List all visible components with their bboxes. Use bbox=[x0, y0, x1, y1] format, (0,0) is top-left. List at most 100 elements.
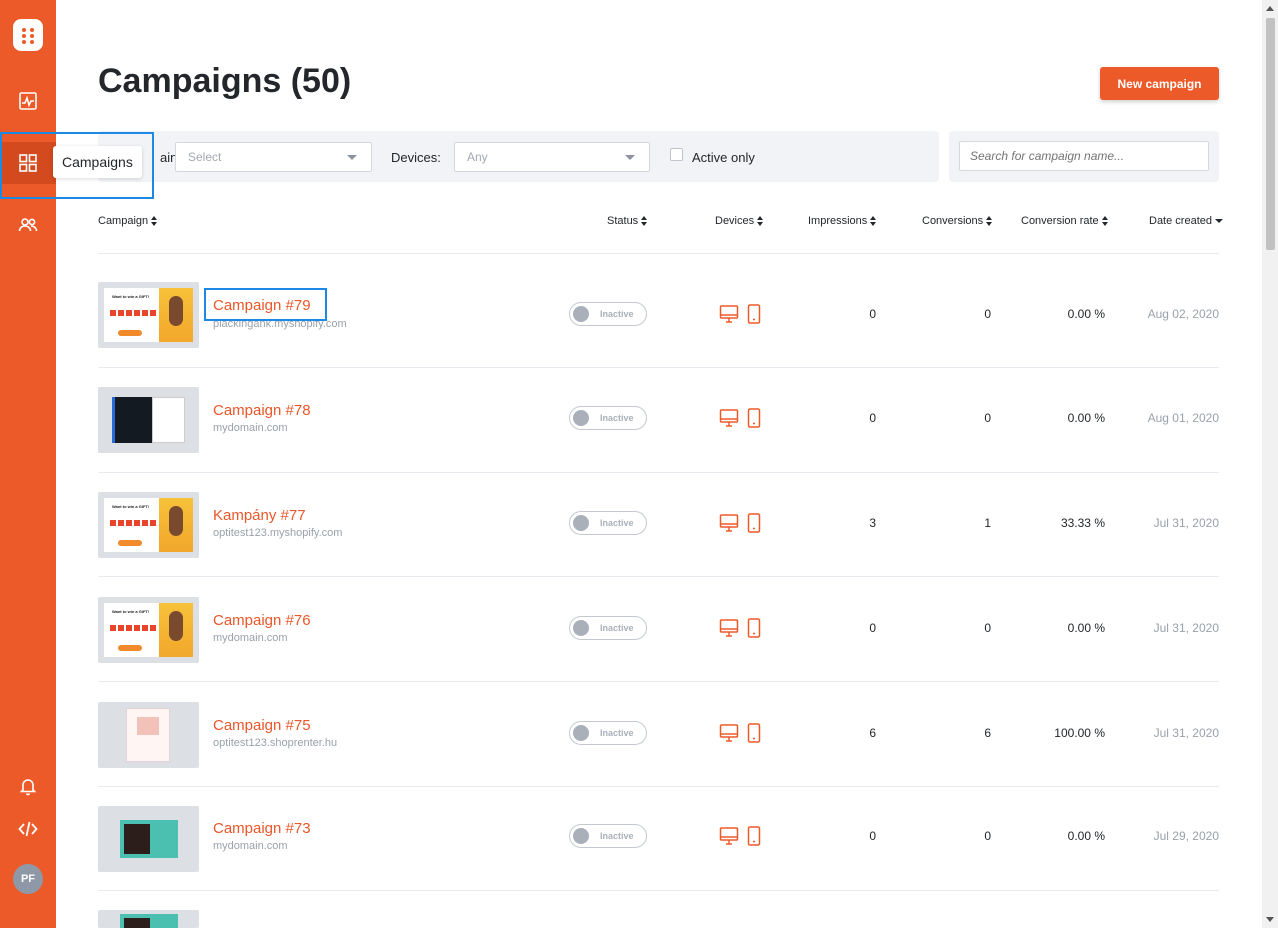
search-input[interactable] bbox=[959, 141, 1209, 171]
impressions-value: 3 bbox=[869, 516, 876, 530]
desktop-icon bbox=[719, 724, 739, 742]
filter-bar: ain: Select Devices: Any Active only bbox=[98, 131, 939, 182]
date-created-value: Jul 31, 2020 bbox=[1153, 621, 1219, 635]
conversions-value: 6 bbox=[984, 726, 991, 740]
campaign-domain: optitest123.myshopify.com bbox=[213, 527, 343, 539]
date-created-value: Jul 29, 2020 bbox=[1153, 829, 1219, 843]
status-toggle[interactable]: Inactive bbox=[569, 721, 647, 745]
conversion-rate-value: 0.00 % bbox=[1067, 621, 1105, 635]
campaign-name-link[interactable]: Campaign #73 bbox=[213, 820, 311, 837]
main-content: Campaigns (50) New campaign ain: Select … bbox=[56, 0, 1262, 928]
sort-icon bbox=[757, 216, 764, 227]
conversion-rate-value: 0.00 % bbox=[1067, 411, 1105, 425]
mobile-icon bbox=[747, 826, 761, 846]
campaign-domain: optitest123.shoprenter.hu bbox=[213, 737, 338, 749]
impressions-value: 0 bbox=[869, 621, 876, 635]
chevron-down-icon bbox=[625, 155, 635, 160]
date-created-value: Aug 01, 2020 bbox=[1147, 411, 1219, 425]
status-toggle[interactable]: Inactive bbox=[569, 511, 647, 535]
campaign-thumbnail[interactable] bbox=[98, 806, 199, 872]
table-row[interactable]: Want to win a GIFT! Campaign #76 mydomai… bbox=[98, 578, 1219, 683]
highlight-box bbox=[0, 132, 154, 199]
highlight-box bbox=[204, 288, 327, 321]
impressions-value: 0 bbox=[869, 411, 876, 425]
desktop-icon bbox=[719, 305, 739, 323]
campaign-thumbnail[interactable] bbox=[98, 702, 199, 768]
mobile-icon bbox=[747, 618, 761, 638]
impressions-value: 6 bbox=[869, 726, 876, 740]
sort-icon bbox=[1101, 216, 1108, 227]
users-icon[interactable] bbox=[0, 204, 56, 246]
conversions-value: 0 bbox=[984, 307, 991, 321]
table-row[interactable]: Campaign #73 mydomain.com Inactive 0 0 0… bbox=[98, 787, 1219, 892]
mobile-icon bbox=[747, 723, 761, 743]
campaign-thumbnail[interactable] bbox=[98, 387, 199, 453]
devices-select[interactable]: Any bbox=[454, 142, 650, 172]
divider bbox=[98, 576, 1219, 577]
date-created-value: Jul 31, 2020 bbox=[1153, 516, 1219, 530]
domain-select-value: Select bbox=[188, 150, 222, 164]
scroll-down-icon[interactable] bbox=[1266, 917, 1274, 922]
campaign-name-link[interactable]: Kampány #77 bbox=[213, 507, 306, 524]
campaign-name-link[interactable]: Campaign #76 bbox=[213, 612, 311, 629]
avatar[interactable]: PF bbox=[13, 864, 43, 894]
col-header-devices[interactable]: Devices bbox=[715, 215, 764, 227]
conversion-rate-value: 0.00 % bbox=[1067, 829, 1105, 843]
col-header-impressions[interactable]: Impressions bbox=[808, 215, 877, 227]
scroll-up-icon[interactable] bbox=[1266, 6, 1274, 11]
table-row[interactable]: Campaign #75 optitest123.shoprenter.hu I… bbox=[98, 683, 1219, 788]
campaign-domain: mydomain.com bbox=[213, 840, 288, 852]
campaign-name-link[interactable]: Campaign #78 bbox=[213, 402, 311, 419]
campaign-name-link[interactable]: Campaign #75 bbox=[213, 717, 311, 734]
code-icon[interactable] bbox=[0, 808, 56, 850]
conversion-rate-value: 100.00 % bbox=[1054, 726, 1105, 740]
divider bbox=[98, 890, 1219, 891]
col-header-campaign[interactable]: Campaign bbox=[98, 215, 158, 227]
analytics-icon[interactable] bbox=[0, 80, 56, 122]
status-toggle[interactable]: Inactive bbox=[569, 302, 647, 326]
scrollbar-thumb[interactable] bbox=[1266, 18, 1275, 250]
conversions-value: 0 bbox=[984, 829, 991, 843]
desktop-icon bbox=[719, 827, 739, 845]
date-created-value: Jul 31, 2020 bbox=[1153, 726, 1219, 740]
desktop-icon bbox=[719, 409, 739, 427]
status-toggle[interactable]: Inactive bbox=[569, 406, 647, 430]
col-header-conversions[interactable]: Conversions bbox=[922, 215, 993, 227]
conversion-rate-value: 0.00 % bbox=[1067, 307, 1105, 321]
sort-icon bbox=[151, 216, 158, 227]
mobile-icon bbox=[747, 513, 761, 533]
scrollbar[interactable] bbox=[1262, 0, 1278, 928]
campaign-thumbnail[interactable] bbox=[98, 910, 199, 928]
status-toggle[interactable]: Inactive bbox=[569, 824, 647, 848]
page-title: Campaigns (50) bbox=[98, 62, 352, 100]
impressions-value: 0 bbox=[869, 829, 876, 843]
conversions-value: 0 bbox=[984, 411, 991, 425]
new-campaign-button[interactable]: New campaign bbox=[1100, 67, 1219, 100]
mobile-icon bbox=[747, 408, 761, 428]
conversion-rate-value: 33.33 % bbox=[1060, 516, 1105, 530]
table-row[interactable]: Want to win a GIFT! Kampány #77 optitest… bbox=[98, 473, 1219, 578]
campaign-thumbnail[interactable]: Want to win a GIFT! bbox=[98, 492, 199, 558]
active-only-checkbox[interactable] bbox=[670, 148, 683, 161]
logo-icon[interactable] bbox=[13, 19, 43, 51]
campaign-domain: mydomain.com bbox=[213, 422, 288, 434]
campaign-domain: mydomain.com bbox=[213, 632, 288, 644]
table-row[interactable]: Campaign #78 mydomain.com Inactive 0 0 0… bbox=[98, 368, 1219, 473]
col-header-date-created[interactable]: Date created bbox=[1149, 215, 1223, 227]
sort-icon bbox=[986, 216, 993, 227]
divider bbox=[98, 681, 1219, 682]
col-header-status[interactable]: Status bbox=[607, 215, 648, 227]
status-toggle[interactable]: Inactive bbox=[569, 616, 647, 640]
conversions-value: 0 bbox=[984, 621, 991, 635]
campaign-thumbnail[interactable]: Want to win a GIFT! bbox=[98, 282, 199, 348]
sort-icon bbox=[870, 216, 877, 227]
sort-desc-icon bbox=[1214, 219, 1223, 224]
impressions-value: 0 bbox=[869, 307, 876, 321]
campaign-thumbnail[interactable]: Want to win a GIFT! bbox=[98, 597, 199, 663]
active-only-label[interactable]: Active only bbox=[692, 150, 755, 165]
bell-icon[interactable] bbox=[0, 765, 56, 807]
desktop-icon bbox=[719, 619, 739, 637]
devices-select-value: Any bbox=[467, 150, 488, 164]
col-header-conversion-rate[interactable]: Conversion rate bbox=[1021, 215, 1108, 227]
domain-select[interactable]: Select bbox=[175, 142, 372, 172]
